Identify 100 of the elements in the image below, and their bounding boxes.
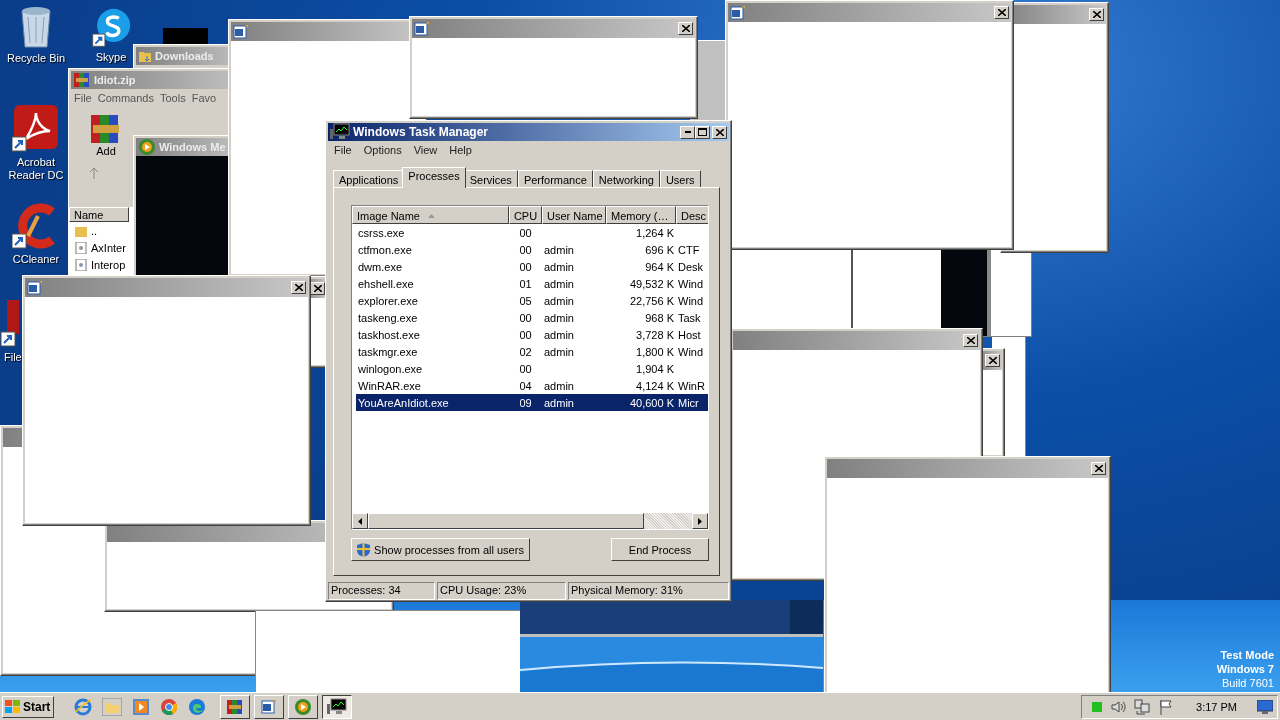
menu-item[interactable]: File <box>71 91 95 105</box>
tab[interactable]: Applications <box>333 170 405 188</box>
desktop-icon-label[interactable]: Acrobat Reader DC <box>3 156 69 182</box>
table-cell-text: 00 <box>518 311 533 324</box>
speaker-icon[interactable] <box>1110 698 1127 715</box>
folder-icon <box>75 224 87 237</box>
table-cell-text: ehshell.exe <box>357 277 415 290</box>
table-cell-text: 1,904 K <box>635 362 675 375</box>
menu-item[interactable]: View <box>407 143 444 157</box>
document-icon <box>233 23 249 40</box>
process-row[interactable]: csrss.exe 00 1,264 K <box>356 224 708 241</box>
menu-item[interactable]: Options <box>357 143 408 157</box>
show-all-processes-button[interactable]: Show processes from all users <box>351 538 530 561</box>
close-button[interactable] <box>1091 462 1106 475</box>
table-cell-text: 4,124 K <box>635 379 675 392</box>
table-cell-text: ctfmon.exe <box>357 243 413 256</box>
file-name[interactable]: AxInter <box>91 241 126 254</box>
pdf-app-icon <box>12 105 60 153</box>
column-header[interactable]: Memory (… <box>606 206 676 224</box>
column-header[interactable]: Desc <box>676 206 708 224</box>
edge-icon[interactable] <box>188 697 206 716</box>
close-button[interactable] <box>678 22 693 35</box>
table-cell-text: 22,756 K <box>628 294 675 307</box>
network-icon[interactable] <box>1134 698 1151 715</box>
column-header[interactable]: Image Name <box>352 206 509 224</box>
table-cell-text: 00 <box>518 260 533 273</box>
menu-item[interactable]: Favo <box>188 91 220 105</box>
dark-window <box>163 28 208 44</box>
horizontal-scrollbar[interactable] <box>352 513 708 529</box>
flag-icon[interactable] <box>1158 698 1175 715</box>
table-cell-text: admin <box>543 294 575 307</box>
close-button[interactable] <box>985 354 1000 367</box>
menu-item[interactable]: Tools <box>157 91 189 105</box>
table-cell-text: csrss.exe <box>357 226 406 239</box>
process-row[interactable]: taskeng.exe 00 admin 968 K Task <box>356 309 708 326</box>
up-arrow-icon <box>89 167 99 179</box>
table-cell-text: 01 <box>518 277 533 290</box>
process-row[interactable]: YouAreAnIdiot.exe 09 admin 40,600 K Micr <box>356 394 708 411</box>
table-cell-text: admin <box>543 243 575 256</box>
clock[interactable]: 3:17 PM <box>1196 700 1237 713</box>
end-process-button[interactable]: End Process <box>611 538 709 561</box>
show-desktop-icon[interactable] <box>1257 699 1273 714</box>
browser-icon[interactable] <box>74 697 92 716</box>
chrome-icon[interactable] <box>160 697 178 716</box>
tab[interactable]: Performance <box>517 170 593 188</box>
close-icon <box>997 9 1006 16</box>
left-arrow-icon <box>358 517 362 525</box>
table-cell-text: Desk <box>677 260 705 273</box>
table-cell-text: WinRAR.exe <box>357 379 422 392</box>
menu-item[interactable]: File <box>328 143 358 157</box>
close-icon <box>988 357 997 364</box>
taskbar-button[interactable] <box>322 694 352 719</box>
table-cell-text: 04 <box>518 379 533 392</box>
close-button[interactable] <box>963 334 978 347</box>
close-button[interactable] <box>1089 8 1104 21</box>
tab[interactable]: Services <box>463 170 518 188</box>
window-title: Idiot.zip <box>94 74 136 86</box>
close-icon <box>294 284 303 291</box>
desktop-icon-label[interactable]: Recycle Bin <box>3 52 69 65</box>
process-row[interactable]: explorer.exe 05 admin 22,756 K Wind <box>356 292 708 309</box>
process-row[interactable]: winlogon.exe 00 1,904 K <box>356 360 708 377</box>
process-row[interactable]: dwm.exe 00 admin 964 K Desk <box>356 258 708 275</box>
tab[interactable]: Processes <box>402 167 466 188</box>
desktop-icon-label[interactable]: CCleaner <box>3 253 69 266</box>
toolbar-label[interactable]: Add <box>96 145 116 157</box>
tab[interactable]: Users <box>659 170 701 188</box>
process-row[interactable]: taskmgr.exe 02 admin 1,800 K Wind <box>356 343 708 360</box>
start-button[interactable]: Start <box>2 695 54 718</box>
play-icon[interactable] <box>132 697 150 716</box>
window-title: Windows Task Manager <box>353 125 490 139</box>
tab[interactable]: Networking <box>592 170 660 188</box>
desktop-icon-label[interactable]: File <box>4 351 22 364</box>
desktop-icon-label[interactable]: Skype <box>95 51 127 63</box>
table-cell-text: Host <box>677 328 702 341</box>
document-icon <box>261 698 277 715</box>
minimize-button[interactable] <box>680 125 695 139</box>
table-cell-text: explorer.exe <box>357 294 419 307</box>
process-row[interactable]: ctfmon.exe 00 admin 696 K CTF <box>356 241 708 258</box>
close-button[interactable] <box>712 125 727 139</box>
maximize-icon <box>698 128 707 136</box>
close-icon <box>313 285 322 292</box>
column-header[interactable]: CPU <box>509 206 542 224</box>
system-watermark: Test Mode <box>1220 648 1274 662</box>
close-button[interactable] <box>291 281 306 294</box>
table-cell-text: 1,800 K <box>635 345 675 358</box>
column-header[interactable]: User Name <box>542 206 606 224</box>
file-name[interactable]: Interop <box>91 258 126 271</box>
maximize-button[interactable] <box>695 125 710 139</box>
column-header[interactable]: Name <box>69 207 129 222</box>
process-row[interactable]: ehshell.exe 01 admin 49,532 K Wind <box>356 275 708 292</box>
menu-item[interactable]: Help <box>443 143 478 157</box>
table-cell-text: admin <box>543 396 575 409</box>
menu-item[interactable]: Commands <box>94 91 157 105</box>
folder-icon <box>138 49 152 63</box>
process-row[interactable]: taskhost.exe 00 admin 3,728 K Host <box>356 326 708 343</box>
file-name[interactable]: .. <box>91 224 98 237</box>
close-button[interactable] <box>994 6 1009 19</box>
window-title: Downloads <box>155 50 214 62</box>
process-row[interactable]: WinRAR.exe 04 admin 4,124 K WinR <box>356 377 708 394</box>
table-cell-text: winlogon.exe <box>357 362 424 375</box>
